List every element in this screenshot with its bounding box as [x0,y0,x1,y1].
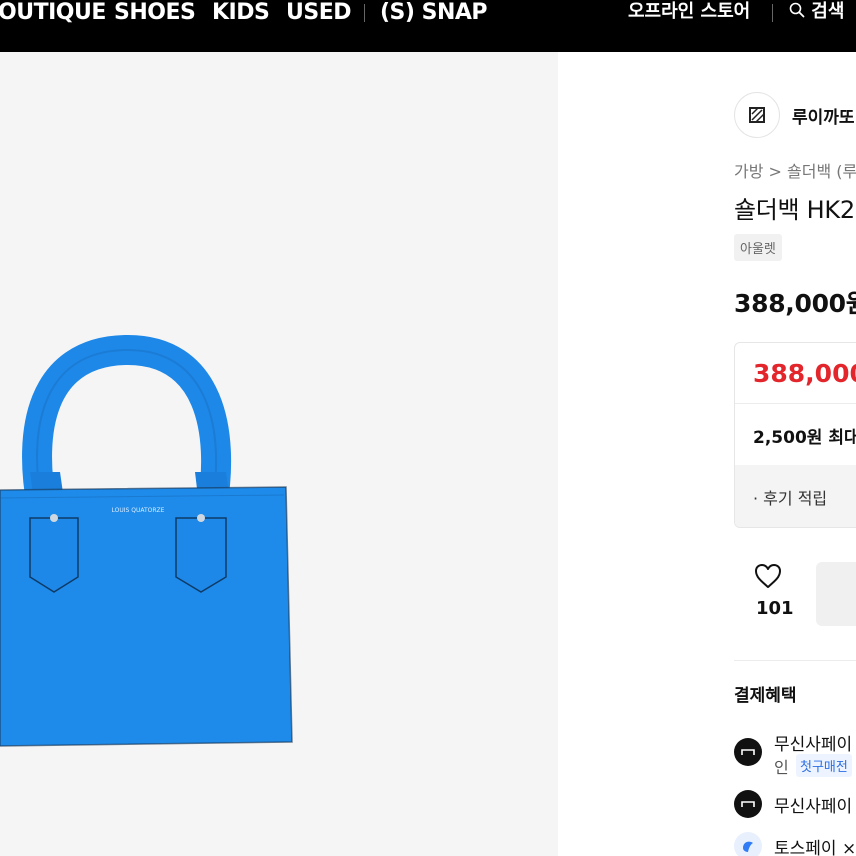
brand-logo[interactable] [734,92,780,138]
nav-item-used[interactable]: USED [286,0,352,26]
heart-icon [755,564,781,588]
toss-pay-icon [734,832,762,856]
price-box-divider [735,403,856,404]
top-nav: OUTIQUE SHOES KIDS USED (S) SNAP 오프라인 스토… [0,0,856,52]
product-bag-image: LOUIS QUATORZE [0,334,293,747]
like-button[interactable] [742,562,794,594]
nav-item-shoes[interactable]: SHOES [114,0,196,26]
point-info: 2,500원 최대 [753,428,856,448]
svg-text:LOUIS QUATORZE: LOUIS QUATORZE [112,507,165,514]
review-reward-area: · 후기 적립 [735,465,856,527]
search-button[interactable]: 검색 [789,0,844,24]
musinsa-pay-icon [734,790,762,818]
offline-store-link[interactable]: 오프라인 스토어 [628,0,750,24]
search-icon [789,2,805,18]
benefit-label: 토스페이 × [774,839,856,856]
payment-benefits-title: 결제혜택 [734,686,797,706]
nav-item-boutique[interactable]: OUTIQUE [0,0,106,26]
product-image[interactable]: LOUIS QUATORZE [0,52,558,856]
product-price: 388,000원 [734,289,856,318]
benefit-label: 무신사페이 [774,735,853,755]
outlet-tag: 아울렛 [734,234,782,261]
brand-name[interactable]: 루이까또 [792,103,855,128]
price-box: 388,000 2,500원 최대 · 후기 적립 [734,342,856,528]
search-label: 검색 [811,1,845,22]
purchase-button[interactable] [816,562,856,626]
product-title: 숄더백 HK2 [734,196,855,224]
nav-divider [772,4,773,22]
section-divider [734,660,856,661]
like-count: 101 [756,598,794,619]
first-purchase-chip: 첫구매전 [796,754,852,777]
nav-divider [364,4,365,22]
review-reward-text: · 후기 적립 [753,489,828,508]
breadcrumb[interactable]: 가방 > 숄더백 (루 [734,158,856,182]
nav-item-snap[interactable]: (S) SNAP [380,0,488,26]
product-info-panel: 루이까또 가방 > 숄더백 (루 숄더백 HK2 아울렛 388,000원 38… [712,52,856,856]
benefit-sub: 인 [774,758,789,777]
brand-logo-icon [749,107,765,123]
benefit-label: 무신사페이 [774,797,853,817]
musinsa-pay-icon [734,738,762,766]
nav-item-kids[interactable]: KIDS [212,0,270,26]
sale-price: 388,000 [753,359,856,388]
